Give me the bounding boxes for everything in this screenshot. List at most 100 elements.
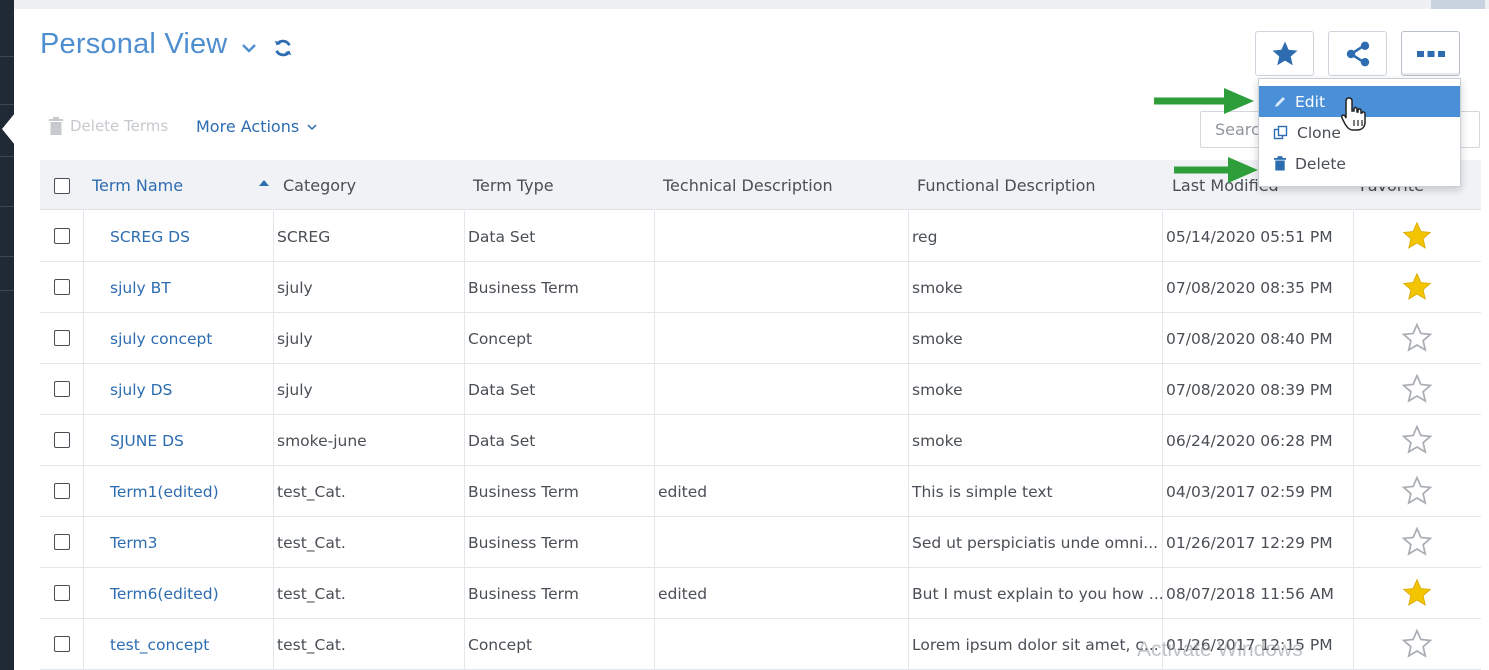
category-cell: smoke-june — [277, 431, 367, 450]
row-checkbox[interactable] — [54, 381, 70, 397]
row-checkbox[interactable] — [54, 330, 70, 346]
functional-description-cell: reg — [912, 227, 938, 246]
row-checkbox[interactable] — [54, 585, 70, 601]
menu-item-label: Clone — [1297, 123, 1341, 142]
select-all-checkbox[interactable] — [54, 178, 70, 194]
column-divider — [83, 517, 84, 568]
table-row[interactable]: SCREG DS SCREG Data Set reg 05/14/2020 05:51… — [40, 211, 1481, 262]
term-name-link[interactable]: Term6(edited) — [106, 568, 219, 619]
star-outline-icon[interactable] — [1401, 322, 1433, 354]
menu-item-delete[interactable]: Delete — [1259, 148, 1460, 179]
column-divider — [83, 211, 84, 262]
technical-description-cell — [654, 313, 658, 364]
more-options-button[interactable] — [1401, 31, 1460, 76]
last-modified-cell: 05/14/2020 05:51 PM — [1166, 227, 1333, 246]
more-options-menu: Edit Clone Delete — [1258, 78, 1461, 187]
rail-divider — [0, 104, 14, 105]
star-outline-icon[interactable] — [1401, 628, 1433, 660]
category-cell: test_Cat. — [277, 533, 346, 552]
table-row[interactable]: Term1(edited) test_Cat. Business Term edite… — [40, 466, 1481, 517]
functional-description-cell: smoke — [912, 431, 963, 450]
column-header-category[interactable]: Category — [283, 160, 356, 210]
column-divider — [1353, 313, 1354, 364]
technical-description-cell — [654, 415, 658, 466]
last-modified-cell: 06/24/2020 06:28 PM — [1166, 431, 1333, 450]
menu-item-label: Delete — [1295, 154, 1346, 173]
functional-description-cell: smoke — [912, 278, 963, 297]
star-filled-icon[interactable] — [1401, 271, 1433, 303]
column-divider — [83, 364, 84, 415]
row-checkbox[interactable] — [54, 483, 70, 499]
star-outline-icon[interactable] — [1401, 424, 1433, 456]
favorites-button[interactable] — [1255, 31, 1314, 76]
column-divider — [83, 313, 84, 364]
last-modified-cell: 04/03/2017 02:59 PM — [1166, 482, 1333, 501]
delete-terms-label: Delete Terms — [70, 117, 169, 135]
term-type-cell: Data Set — [468, 380, 536, 399]
star-outline-icon[interactable] — [1401, 373, 1433, 405]
delete-terms-button[interactable]: Delete Terms — [48, 117, 168, 135]
share-button[interactable] — [1328, 31, 1387, 76]
term-type-cell: Business Term — [468, 482, 579, 501]
term-name-link[interactable]: sjuly concept — [106, 313, 212, 364]
technical-description-cell: edited — [658, 584, 708, 603]
table-row[interactable]: sjuly DS sjuly Data Set smoke 07/08/2020 08:… — [40, 364, 1481, 415]
functional-description-cell: This is simple text — [912, 482, 1053, 501]
column-divider — [83, 262, 84, 313]
table-row[interactable]: sjuly concept sjuly Concept smoke 07/08/2020… — [40, 313, 1481, 364]
functional-description-cell: But I must explain to you how ... — [912, 584, 1162, 603]
chevron-down-icon — [307, 123, 317, 130]
refresh-icon[interactable] — [272, 37, 294, 59]
category-cell: sjuly — [277, 380, 313, 399]
chevron-down-icon[interactable] — [241, 40, 257, 56]
column-header-functional-description[interactable]: Functional Description — [917, 160, 1096, 210]
top-strip-tab — [1431, 0, 1485, 9]
term-name-link[interactable]: test_concept — [106, 619, 209, 670]
annotation-arrow-icon — [1174, 157, 1258, 183]
page-title[interactable]: Personal View — [40, 28, 227, 61]
category-cell: test_Cat. — [277, 584, 346, 603]
last-modified-cell: 01/26/2017 12:29 PM — [1166, 533, 1333, 552]
term-name-link[interactable]: Term1(edited) — [106, 466, 219, 517]
more-actions-dropdown[interactable]: More Actions — [196, 117, 317, 136]
star-outline-icon[interactable] — [1401, 526, 1433, 558]
column-divider — [83, 619, 84, 670]
functional-description-cell: smoke — [912, 329, 963, 348]
table-row[interactable]: sjuly BT sjuly Business Term smoke 07/08/202… — [40, 262, 1481, 313]
term-type-cell: Business Term — [468, 278, 579, 297]
term-name-link[interactable]: sjuly BT — [106, 262, 171, 313]
column-divider — [1353, 364, 1354, 415]
more-actions-label: More Actions — [196, 117, 300, 136]
table-row[interactable]: Term3 test_Cat. Business Term Sed ut perspi… — [40, 517, 1481, 568]
row-checkbox[interactable] — [54, 534, 70, 550]
column-header-term-type[interactable]: Term Type — [473, 160, 554, 210]
term-type-cell: Business Term — [468, 584, 579, 603]
technical-description-cell — [654, 364, 658, 415]
star-filled-icon[interactable] — [1401, 220, 1433, 252]
category-cell: sjuly — [277, 329, 313, 348]
star-filled-icon[interactable] — [1401, 577, 1433, 609]
hand-cursor-icon — [1341, 97, 1366, 131]
row-checkbox[interactable] — [54, 636, 70, 652]
column-divider — [1353, 262, 1354, 313]
row-checkbox[interactable] — [54, 279, 70, 295]
row-checkbox[interactable] — [54, 228, 70, 244]
technical-description-cell — [654, 211, 658, 262]
table-row[interactable]: Term6(edited) test_Cat. Business Term edite… — [40, 568, 1481, 619]
column-divider — [1353, 619, 1354, 670]
column-header-term-name[interactable]: Term Name — [92, 160, 183, 210]
row-checkbox[interactable] — [54, 432, 70, 448]
column-header-technical-description[interactable]: Technical Description — [663, 160, 833, 210]
star-outline-icon[interactable] — [1401, 475, 1433, 507]
rail-divider — [0, 56, 14, 57]
category-cell: SCREG — [277, 227, 331, 246]
term-name-link[interactable]: Term3 — [106, 517, 157, 568]
ellipsis-icon — [1416, 50, 1445, 57]
term-name-link[interactable]: SCREG DS — [106, 211, 190, 262]
last-modified-cell: 07/08/2020 08:35 PM — [1166, 278, 1333, 297]
term-name-link[interactable]: SJUNE DS — [106, 415, 184, 466]
term-name-link[interactable]: sjuly DS — [106, 364, 172, 415]
last-modified-cell: 07/08/2020 08:39 PM — [1166, 380, 1333, 399]
last-modified-cell: 08/07/2018 11:56 AM — [1166, 584, 1334, 603]
table-row[interactable]: SJUNE DS smoke-june Data Set smoke 06/24/202… — [40, 415, 1481, 466]
